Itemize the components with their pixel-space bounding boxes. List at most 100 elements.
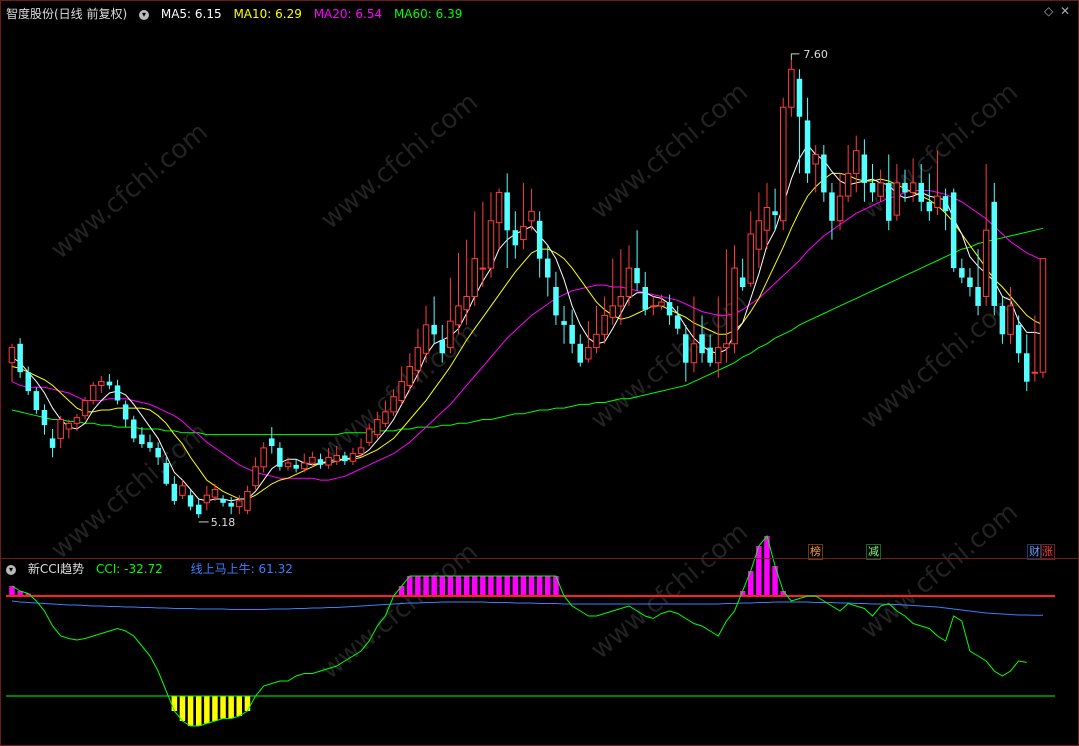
cci-bar-positive [528, 576, 535, 596]
candle-body-down [41, 410, 48, 426]
cci-bar-negative [171, 696, 178, 711]
candle-body-down [342, 455, 348, 462]
candle-body-up [365, 428, 373, 443]
candle-body-up [8, 347, 16, 364]
candle-body-up [495, 191, 503, 224]
indicator-title: 新CCI趋势 [27, 562, 85, 576]
cci-bar-positive [423, 576, 429, 596]
candle-body-up [487, 220, 495, 269]
candle-body-up [1039, 258, 1047, 373]
candle-body-down [577, 343, 583, 363]
candle-body-down [220, 499, 226, 503]
cci-bar-positive [504, 576, 510, 596]
cci-bar-negative [212, 696, 218, 721]
candle-body-up [57, 419, 64, 439]
cci-bar-positive [512, 576, 519, 596]
candle-body-up [780, 106, 787, 222]
candle-body-down [666, 302, 673, 316]
candle-body-up [422, 324, 430, 354]
candle-body-up [877, 182, 884, 197]
badge-rank[interactable]: 榜 [808, 544, 823, 560]
candle-body-down [975, 287, 981, 306]
candle-body-up [844, 172, 852, 197]
candle-body-down [772, 211, 778, 216]
candle-body-up [211, 489, 219, 498]
candle-body-down [171, 483, 178, 501]
candle-body-up [479, 267, 487, 270]
candle-body-up [309, 456, 316, 464]
close-icon[interactable]: ✕ [1060, 4, 1070, 18]
candle-body-down [228, 502, 234, 507]
candle-body-down [674, 315, 681, 329]
price-header: 智度股份(日线 前复权) ▾ MA5: 6.15 MA10: 6.29 MA20… [6, 6, 470, 22]
cci-bar-negative [196, 696, 202, 726]
ma20-line [11, 190, 1044, 481]
candle-body-up [715, 347, 722, 364]
chart-canvas[interactable]: www.cfchi.com www.cfchi.com www.cfchi.com w… [0, 0, 1079, 746]
candle-body-up [81, 400, 89, 417]
candle-body-down [163, 463, 169, 484]
candle-body-up [723, 343, 730, 349]
candle-body-down [512, 230, 519, 246]
candle-body-down [1015, 324, 1022, 354]
stock-title: 智度股份(日线 前复权) [6, 7, 128, 21]
cci-bar-negative [228, 696, 234, 719]
candle-body-down [707, 347, 713, 363]
cci-bar-positive [447, 576, 454, 596]
candle-body-down [187, 495, 194, 507]
diamond-icon[interactable]: ◇ [1044, 4, 1053, 18]
cci-bar-negative [204, 696, 210, 724]
candle-body-up [747, 233, 754, 284]
cci-bar-positive [398, 586, 405, 596]
badge-rise[interactable]: 涨 [1040, 544, 1055, 560]
candle-body-up [585, 347, 592, 360]
candle-body-down [926, 201, 933, 212]
high-label: 7.60 [803, 48, 828, 61]
candle-body-up [447, 320, 454, 349]
candle-body-down [999, 305, 1006, 335]
candle-body-up [260, 447, 267, 468]
ma10-label: MA10: 6.29 [233, 7, 302, 21]
candle-body-down [561, 321, 567, 325]
candle-body-up [593, 333, 600, 349]
candle-body-up [1031, 371, 1039, 374]
candle-body-down [869, 182, 876, 193]
candle-body-down [902, 182, 908, 193]
candle-body-up [244, 490, 251, 511]
cci-bar-positive [488, 576, 494, 596]
candle-body-down [269, 438, 275, 446]
candle-body-up [788, 68, 795, 108]
candle-body-down [959, 268, 965, 278]
candle-body-up [934, 195, 941, 209]
candle-body-down [155, 447, 161, 458]
candle-body-down [196, 504, 202, 515]
cci-bar-positive [439, 576, 445, 596]
watermark-text: www.cfchi.com [855, 287, 1024, 435]
toggle-icon[interactable]: ▾ [139, 9, 150, 20]
ma20-label: MA20: 6.54 [313, 7, 383, 21]
candle-body-down [861, 154, 868, 183]
badge-reduce[interactable]: 减 [866, 544, 881, 560]
candle-body-up [609, 305, 616, 318]
ma5-label: MA5: 6.15 [160, 7, 222, 21]
indicator-toggle-icon[interactable]: ▾ [6, 564, 16, 575]
candle-body-up [374, 419, 381, 436]
cci-bar-positive [463, 576, 470, 596]
candle-body-up [528, 210, 535, 222]
candle-body-up [73, 417, 81, 424]
candle-body-down [699, 334, 705, 354]
indicator-header: ▾ 新CCI趋势 CCI: -32.72 线上马上牛: 61.32 [6, 561, 301, 577]
cci-bar-positive [764, 536, 770, 596]
candle-body-up [463, 296, 470, 311]
candle-body-down [536, 220, 543, 259]
candle-body-down [25, 372, 31, 392]
candle-body-down [569, 324, 575, 344]
cci-bar-negative [220, 696, 226, 719]
candle-body-down [683, 334, 689, 363]
candle-body-down [139, 434, 145, 445]
ma60-label: MA60: 6.39 [393, 7, 463, 21]
candle-body-down [131, 419, 137, 439]
pane-divider[interactable] [0, 558, 1079, 559]
candle-body-down [804, 120, 811, 174]
cci-bar-positive [480, 576, 486, 596]
